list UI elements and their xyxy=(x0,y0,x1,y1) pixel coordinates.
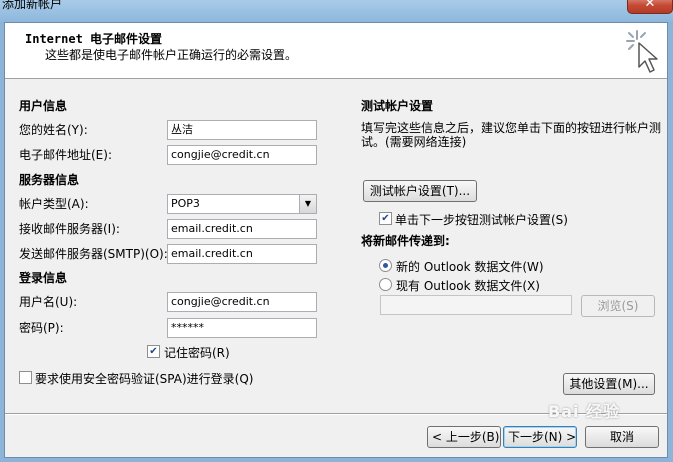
chevron-down-icon[interactable]: ▼ xyxy=(299,195,316,213)
existing-data-file-label: 现有 Outlook 数据文件(X) xyxy=(396,279,540,293)
account-type-value: POP3 xyxy=(171,197,200,210)
window-title: 添加新帐户 xyxy=(2,0,63,11)
wizard-cursor-icon xyxy=(626,30,658,73)
username-input[interactable]: congjie@credit.cn xyxy=(167,292,317,312)
cancel-button[interactable]: 取消 xyxy=(585,426,659,448)
name-input[interactable]: 丛洁 xyxy=(167,120,317,140)
name-label: 您的姓名(Y): xyxy=(19,123,88,137)
login-info-heading: 登录信息 xyxy=(19,271,68,285)
back-button[interactable]: < 上一步(B) xyxy=(427,426,501,448)
incoming-server-input[interactable]: email.credit.cn xyxy=(167,219,317,239)
add-account-dialog: Internet 电子邮件设置 这些都是使电子邮件帐户正确运行的必需设置。 用户… xyxy=(4,22,668,458)
new-data-file-label: 新的 Outlook 数据文件(W) xyxy=(396,260,544,274)
incoming-server-label: 接收邮件服务器(I): xyxy=(19,222,120,236)
page-title: Internet 电子邮件设置 xyxy=(25,32,163,46)
delivery-heading: 将新邮件传递到: xyxy=(361,234,450,248)
server-info-heading: 服务器信息 xyxy=(19,173,80,187)
test-settings-heading: 测试帐户设置 xyxy=(361,99,434,113)
page-subtitle: 这些都是使电子邮件帐户正确运行的必需设置。 xyxy=(45,48,298,62)
auto-test-label: 单击下一步按钮测试帐户设置(S) xyxy=(395,213,568,227)
user-info-heading: 用户信息 xyxy=(19,99,68,113)
test-account-button[interactable]: 测试帐户设置(T)... xyxy=(363,180,477,202)
account-type-label: 帐户类型(A): xyxy=(19,197,89,211)
browse-button[interactable]: 浏览(S) xyxy=(581,295,655,317)
outgoing-server-input[interactable]: email.credit.cn xyxy=(167,244,317,264)
account-type-select[interactable]: POP3 ▼ xyxy=(167,194,317,214)
more-settings-button[interactable]: 其他设置(M)... xyxy=(563,373,655,395)
window-close-button[interactable]: ✕ xyxy=(627,0,673,14)
next-button[interactable]: 下一步(N) > xyxy=(503,426,577,448)
email-label: 电子邮件地址(E): xyxy=(19,148,112,162)
existing-data-file-radio[interactable] xyxy=(379,278,392,291)
spa-label: 要求使用安全密码验证(SPA)进行登录(Q) xyxy=(35,372,254,386)
remember-password-label: 记住密码(R) xyxy=(164,346,230,360)
username-label: 用户名(U): xyxy=(19,295,78,309)
existing-file-path-input[interactable] xyxy=(380,295,572,315)
auto-test-checkbox[interactable]: ✔ xyxy=(379,212,392,225)
baidu-watermark: Bai 经验 xyxy=(548,402,621,421)
window-titlebar: 添加新帐户 ✕ xyxy=(0,0,673,22)
outgoing-server-label: 发送邮件服务器(SMTP)(O): xyxy=(19,247,168,261)
test-description: 填写完这些信息之后，建议您单击下面的按钮进行帐户测试。(需要网络连接) xyxy=(361,121,662,149)
dialog-header: Internet 电子邮件设置 这些都是使电子邮件帐户正确运行的必需设置。 xyxy=(5,23,667,79)
email-input[interactable]: congjie@credit.cn xyxy=(167,145,317,165)
spa-checkbox[interactable] xyxy=(19,371,32,384)
remember-password-checkbox[interactable]: ✔ xyxy=(147,345,160,358)
password-input[interactable]: ****** xyxy=(167,318,317,338)
new-data-file-radio[interactable] xyxy=(379,259,392,272)
password-label: 密码(P): xyxy=(19,321,64,335)
